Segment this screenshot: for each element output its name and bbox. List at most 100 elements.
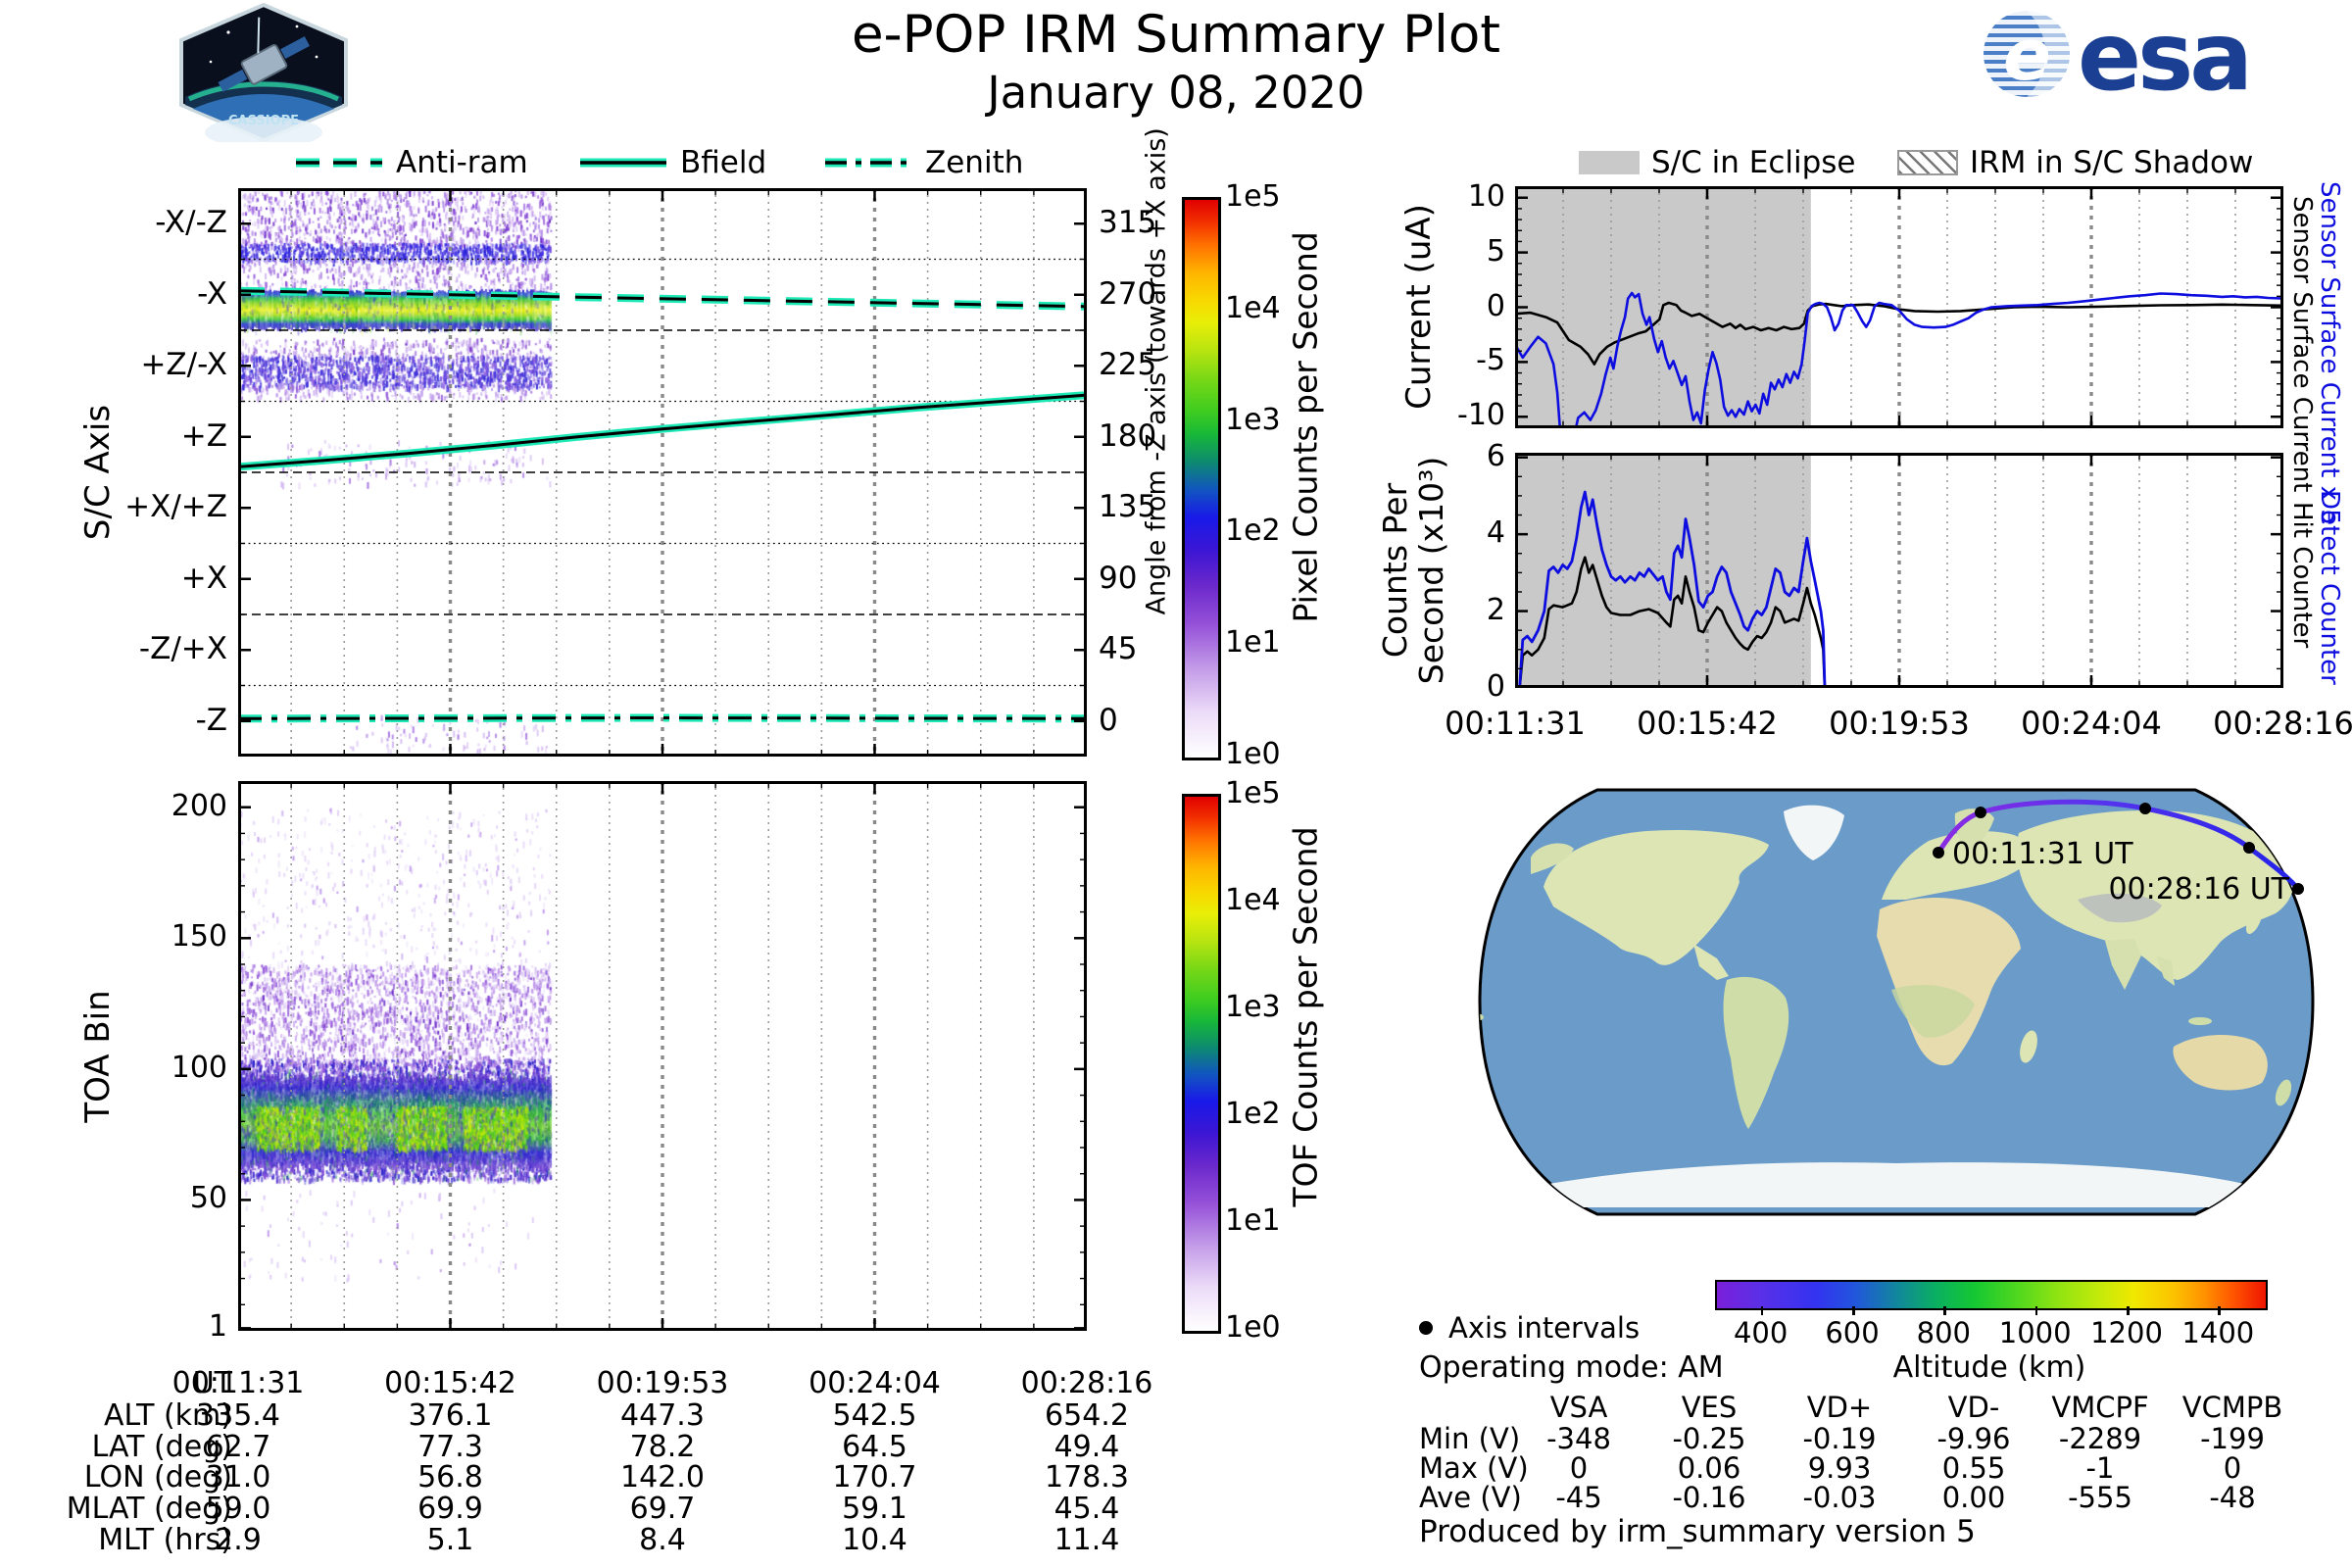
- ephemeris-cell: 31.0: [205, 1460, 271, 1494]
- altitude-colorbar-label: Altitude (km): [1892, 1350, 2086, 1385]
- altitude-tick-label: 1200: [2090, 1316, 2163, 1349]
- voltage-cell: -199: [2200, 1422, 2265, 1455]
- voltage-cell: 9.93: [1807, 1451, 1872, 1485]
- track-start-label: 00:11:31 UT: [1952, 837, 2133, 871]
- toa-overlay: [238, 781, 1087, 1331]
- pixel-colorbar-tick: 1e5: [1225, 179, 1281, 214]
- ephemeris-cell: 69.9: [417, 1492, 483, 1526]
- legend-item-irm-shadow: IRM in S/C Shadow: [1897, 145, 2253, 180]
- ephemeris-cell: 78.2: [629, 1430, 696, 1464]
- sc-axis-sector-label: +Z: [180, 417, 227, 454]
- ephemeris-cell: 59.0: [205, 1492, 271, 1526]
- voltage-cell: 0: [2223, 1451, 2242, 1485]
- ephemeris-cell: 69.7: [629, 1492, 696, 1526]
- sc-axis-sector-label: -Z/+X: [138, 631, 227, 667]
- counts-right-label-black: Hit Counter: [2287, 502, 2317, 649]
- altitude-tick-label: 1400: [2181, 1316, 2255, 1349]
- current-ytick-label: 0: [1486, 288, 1505, 323]
- hatch-swatch-icon: [1897, 150, 1958, 175]
- counters-plot: [1515, 453, 2283, 688]
- voltage-cell: -0.19: [1802, 1422, 1877, 1455]
- legend-item-zenith: Zenith: [823, 145, 1023, 180]
- pixel-colorbar-tick: 1e2: [1225, 514, 1281, 549]
- axis-intervals-legend: Axis intervals: [1419, 1311, 1640, 1345]
- ephemeris-cell: 00:19:53: [596, 1366, 729, 1400]
- counts-ytick-label: 6: [1486, 438, 1505, 473]
- patch-label: CASSIOPE: [228, 114, 299, 128]
- time-tick-label: 00:11:31: [1445, 705, 1586, 742]
- toa-ytick-label: 1: [208, 1309, 227, 1345]
- legend-label: IRM in S/C Shadow: [1970, 145, 2254, 180]
- time-tick-label: 00:15:42: [1637, 705, 1778, 742]
- altitude-tick-label: 600: [1825, 1316, 1880, 1349]
- ephemeris-cell: 00:11:31: [172, 1366, 305, 1400]
- counts-ytick-label: 0: [1486, 669, 1505, 704]
- pixel-colorbar-tick: 1e3: [1225, 402, 1281, 437]
- dashed-line-sample-icon: [296, 158, 382, 168]
- sc-axis-sector-label: +X: [180, 560, 227, 596]
- sc-axis-spectrogram-panel: [238, 188, 1087, 757]
- angle-tick-label: 270: [1099, 275, 1157, 312]
- ephemeris-cell: 447.3: [620, 1398, 705, 1433]
- current-ytick-label: 10: [1467, 178, 1505, 214]
- current-plot: [1515, 186, 2283, 428]
- world-map: 00:11:31 UT 00:28:16 UT: [1478, 788, 2315, 1216]
- tof-colorbar-tick: 1e5: [1225, 776, 1281, 810]
- voltage-col-header: VCMPB: [2181, 1391, 2283, 1424]
- ephemeris-cell: 178.3: [1045, 1460, 1129, 1494]
- angle-tick-label: 135: [1099, 489, 1157, 525]
- tof-colorbar-tick: 1e0: [1225, 1310, 1281, 1345]
- angle-tick-label: 225: [1099, 347, 1157, 383]
- toa-spectrogram-panel: [238, 781, 1087, 1331]
- counts-ytick-label: 2: [1486, 592, 1505, 627]
- ephemeris-cell: 170.7: [832, 1460, 917, 1494]
- tof-counts-colorbar: [1182, 794, 1221, 1334]
- ephemeris-cell: 654.2: [1045, 1398, 1129, 1433]
- tof-colorbar-tick: 1e3: [1225, 990, 1281, 1024]
- gray-swatch-icon: [1579, 151, 1640, 174]
- pixel-counts-colorbar: [1182, 197, 1221, 760]
- altitude-tick-mark: [2218, 1306, 2221, 1315]
- ephemeris-cell: 00:15:42: [384, 1366, 516, 1400]
- ephemeris-cell: 00:24:04: [808, 1366, 941, 1400]
- cassiope-patch-logo: CASSIOPE: [179, 3, 348, 142]
- pixel-colorbar-tick: 1e0: [1225, 737, 1281, 771]
- sc-axis-sector-label: -X/-Z: [155, 205, 227, 241]
- tof-colorbar-tick: 1e1: [1225, 1203, 1281, 1238]
- current-ytick-label: -10: [1457, 398, 1505, 433]
- sc-axis-sector-label: +X/+Z: [124, 489, 227, 525]
- current-panel: [1515, 186, 2283, 428]
- pixel-colorbar-tick: 1e4: [1225, 290, 1281, 325]
- altitude-tick-label: 1000: [1998, 1316, 2072, 1349]
- toa-ytick-label: 50: [189, 1181, 227, 1216]
- toa-ytick-label: 150: [171, 919, 227, 955]
- sc-axis-sector-label: -Z: [195, 702, 227, 738]
- dashdot-line-sample-icon: [825, 158, 911, 168]
- counters-panel: [1515, 453, 2283, 688]
- toa-ytick-label: 200: [171, 788, 227, 823]
- esa-wordmark: esa: [2078, 5, 2249, 112]
- ephemeris-cell: 2.9: [215, 1523, 262, 1557]
- pixel-colorbar-tick: 1e1: [1225, 625, 1281, 661]
- esa-logo: e esa: [1984, 5, 2253, 112]
- voltage-col-header: VD+: [1806, 1391, 1873, 1424]
- legend-label: Zenith: [925, 145, 1024, 180]
- legend-label: S/C in Eclipse: [1651, 145, 1856, 180]
- altitude-tick-mark: [1852, 1306, 1855, 1315]
- ephemeris-cell: 64.5: [842, 1430, 907, 1464]
- tof-colorbar-tick: 1e4: [1225, 883, 1281, 917]
- current-ytick-label: 5: [1486, 233, 1505, 269]
- ephemeris-cell: 8.4: [639, 1523, 686, 1557]
- altitude-tick-label: 800: [1916, 1316, 1971, 1349]
- time-tick-label: 00:24:04: [2021, 705, 2162, 742]
- ephemeris-cell: 62.7: [205, 1430, 271, 1464]
- legend-item-anti-ram: Anti-ram: [294, 145, 528, 180]
- legend-item-bfield: Bfield: [578, 145, 766, 180]
- altitude-tick-mark: [1943, 1306, 1946, 1315]
- time-tick-label: 00:28:16: [2213, 705, 2352, 742]
- tof-colorbar-tick: 1e2: [1225, 1097, 1281, 1131]
- sc-axis-overlay: [238, 188, 1087, 757]
- altitude-tick-mark: [2127, 1306, 2130, 1315]
- ephemeris-cell: 142.0: [620, 1460, 705, 1494]
- ephemeris-cell: 59.1: [842, 1492, 907, 1526]
